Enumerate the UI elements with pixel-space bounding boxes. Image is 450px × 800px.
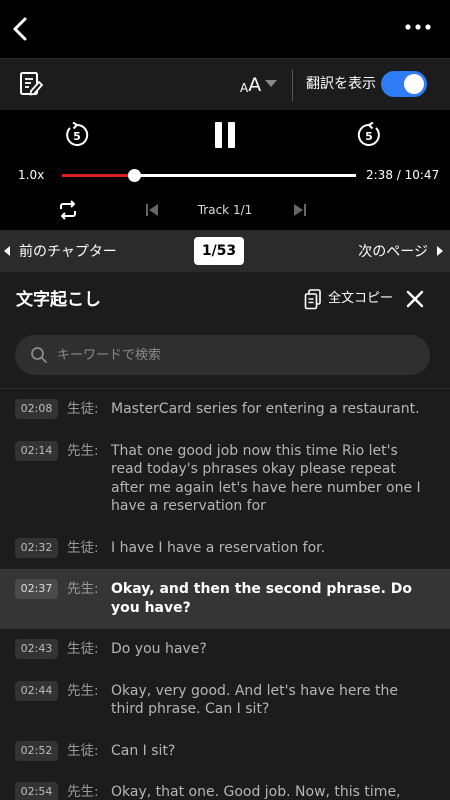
transcript-row[interactable]: 02:44 先生: Okay, very good. And let's have … bbox=[0, 671, 450, 731]
timestamp-badge[interactable]: 02:08 bbox=[15, 399, 58, 419]
more-dots-icon[interactable] bbox=[404, 20, 432, 34]
next-page-label: 次のページ bbox=[358, 244, 428, 260]
transcript-text: MasterCard series for entering a restaur… bbox=[111, 401, 420, 417]
transcript-text: Do you have? bbox=[111, 641, 207, 657]
speaker-label: 先生: bbox=[67, 682, 99, 699]
timestamp-badge[interactable]: 02:14 bbox=[15, 440, 58, 461]
translate-toggle[interactable] bbox=[381, 71, 427, 97]
speaker-label: 先生: bbox=[67, 442, 99, 459]
pause-button[interactable] bbox=[213, 122, 237, 148]
speaker-label: 生徒: bbox=[67, 742, 99, 759]
prev-chapter-button[interactable]: 前のチャプター bbox=[4, 240, 117, 262]
search-input[interactable] bbox=[57, 335, 417, 375]
transcript-row[interactable]: 02:43 生徒: Do you have? bbox=[0, 629, 450, 671]
transcript-text: Okay, very good. And let's have here the… bbox=[111, 682, 398, 718]
audio-player: 5 5 1.0x 2:38 / 10:47 Track 1/1 bbox=[0, 110, 450, 230]
font-size-button[interactable]: A A bbox=[240, 73, 261, 95]
triangle-left-icon bbox=[4, 246, 10, 256]
progress-fill bbox=[62, 174, 134, 177]
timestamp-badge[interactable]: 02:54 bbox=[15, 782, 58, 800]
close-icon[interactable] bbox=[406, 290, 424, 308]
toggle-knob bbox=[404, 74, 424, 94]
top-bar bbox=[0, 0, 450, 58]
timestamp-badge[interactable]: 02:32 bbox=[15, 537, 58, 558]
transcript-text: Can I sit? bbox=[111, 742, 176, 759]
timestamp-badge[interactable]: 02:52 bbox=[15, 740, 58, 761]
speaker-label: 先生: bbox=[67, 581, 99, 597]
chapter-navigation: 前のチャプター 1/53 次のページ bbox=[0, 230, 450, 272]
timestamp-badge[interactable]: 02:37 bbox=[15, 579, 58, 599]
timestamp-badge[interactable]: 02:44 bbox=[15, 680, 58, 701]
transcript-title: 文字起こし bbox=[16, 290, 101, 310]
next-page-button[interactable]: 次のページ bbox=[358, 240, 443, 262]
pause-icon bbox=[215, 122, 222, 148]
transcript-row[interactable]: 02:32 生徒: I have I have a reservation for. bbox=[0, 528, 450, 570]
transcript-text: Okay, and then the second phrase. Do you… bbox=[111, 581, 412, 616]
font-size-big-label: A bbox=[248, 74, 262, 96]
copy-all-button[interactable]: 全文コピー bbox=[328, 290, 393, 308]
speaker-label: 先生: bbox=[67, 784, 99, 800]
transcript-text: I have I have a reservation for. bbox=[111, 539, 326, 556]
reader-toolbar: A A 翻訳を表示 bbox=[0, 58, 450, 110]
skip-previous-icon[interactable] bbox=[145, 203, 159, 217]
toolbar-divider bbox=[292, 69, 293, 101]
speaker-label: 生徒: bbox=[67, 641, 99, 657]
transcript-header: 文字起こし 全文コピー bbox=[0, 272, 450, 328]
font-size-dropdown-caret-icon[interactable] bbox=[265, 80, 277, 87]
transcript-row[interactable]: 02:54 先生: Okay, that one. Good job. Now, t… bbox=[0, 772, 450, 800]
transcript-row[interactable]: 02:14 先生: That one good job now this time … bbox=[0, 431, 450, 528]
font-size-small-label: A bbox=[240, 81, 249, 95]
copy-icon[interactable] bbox=[304, 289, 322, 310]
timestamp-badge[interactable]: 02:43 bbox=[15, 639, 58, 659]
progress-thumb[interactable] bbox=[127, 169, 141, 182]
transcript-row[interactable]: 02:52 生徒: Can I sit? bbox=[0, 731, 450, 773]
translate-label: 翻訳を表示 bbox=[306, 76, 376, 92]
progress-slider[interactable] bbox=[62, 169, 356, 182]
transcript-row[interactable]: 02:37 先生: Okay, and then the second phrase… bbox=[0, 569, 450, 629]
time-display: 2:38 / 10:47 bbox=[366, 168, 440, 182]
repeat-icon[interactable] bbox=[57, 199, 79, 221]
playback-speed-button[interactable]: 1.0x bbox=[18, 167, 44, 183]
back-arrow-icon[interactable] bbox=[6, 12, 36, 46]
speaker-label: 生徒: bbox=[67, 539, 99, 556]
replay-5-icon[interactable]: 5 bbox=[64, 122, 90, 148]
triangle-right-icon bbox=[437, 246, 443, 256]
note-edit-icon[interactable] bbox=[19, 71, 43, 97]
svg-text:5: 5 bbox=[365, 130, 373, 143]
search-bar bbox=[15, 335, 430, 375]
transcript-panel: 文字起こし 全文コピー 02:08 生徒: MasterCard series fo… bbox=[0, 272, 450, 800]
transcript-row[interactable]: 02:08 生徒: MasterCard series for entering a… bbox=[0, 389, 450, 431]
svg-text:5: 5 bbox=[73, 130, 81, 143]
transcript-list: 02:08 生徒: MasterCard series for entering a… bbox=[0, 389, 450, 800]
transcript-text: Okay, that one. Good job. Now, this time… bbox=[111, 784, 401, 800]
prev-chapter-label: 前のチャプター bbox=[19, 244, 117, 260]
search-icon bbox=[31, 347, 47, 363]
speaker-label: 生徒: bbox=[67, 401, 99, 417]
page-indicator[interactable]: 1/53 bbox=[194, 237, 244, 265]
forward-5-icon[interactable]: 5 bbox=[356, 122, 382, 148]
skip-next-icon[interactable] bbox=[293, 203, 307, 217]
track-indicator: Track 1/1 bbox=[197, 203, 253, 217]
transcript-text: That one good job now this time Rio let'… bbox=[111, 442, 421, 515]
